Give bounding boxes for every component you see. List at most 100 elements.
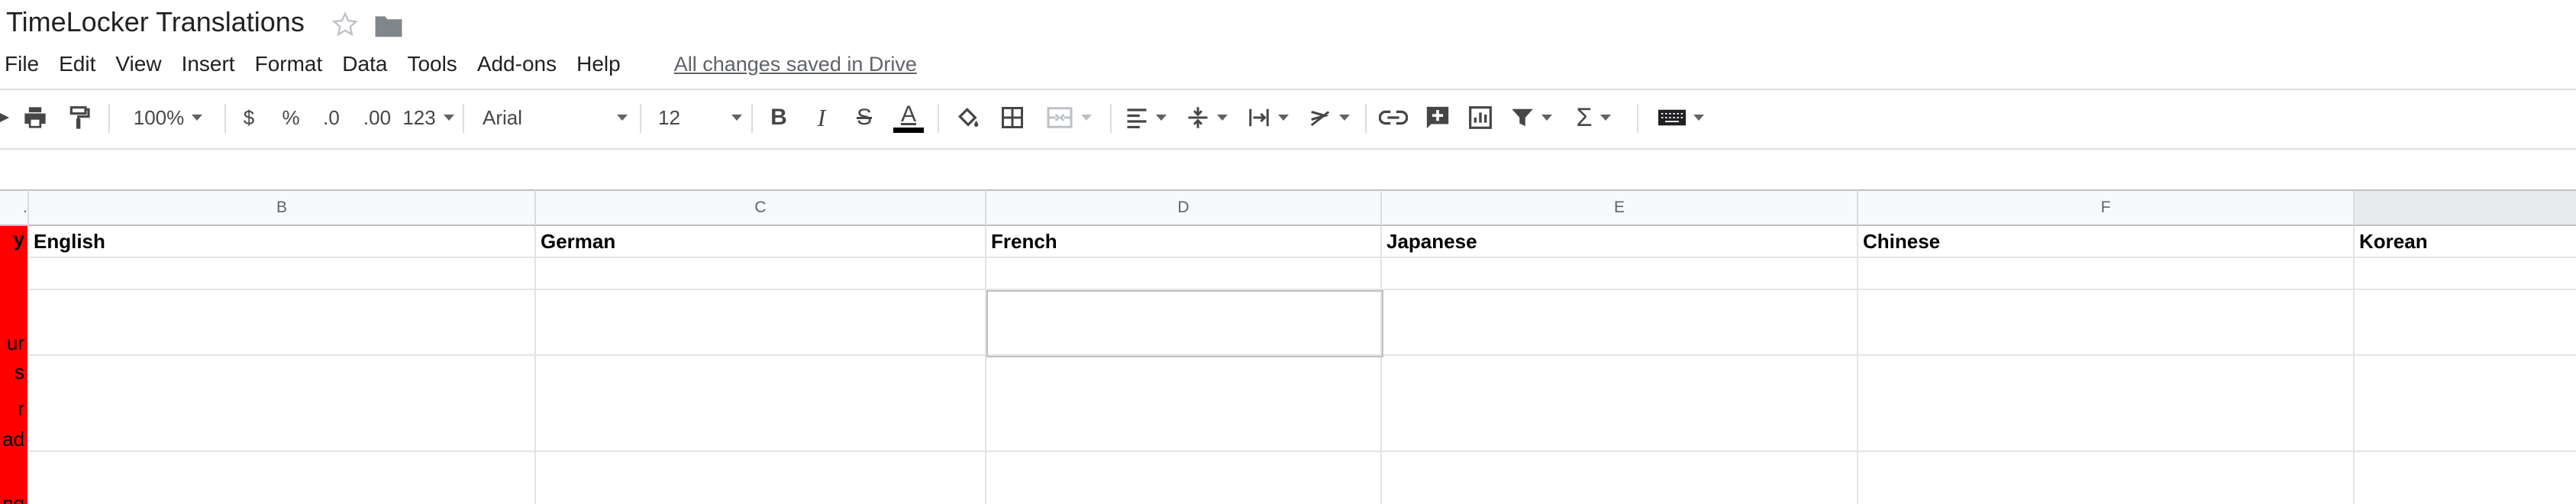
text-rotation-button[interactable] [1304, 90, 1354, 145]
insert-comment-button[interactable] [1419, 90, 1457, 145]
cell-b5[interactable] [29, 452, 536, 504]
strikethrough-icon: S [856, 105, 872, 130]
chevron-down-icon [1339, 115, 1350, 121]
cell-g2[interactable] [2355, 258, 2576, 290]
currency-label: $ [243, 105, 255, 129]
cell-f1[interactable]: Chinese [1858, 226, 2355, 258]
keyboard-icon [1658, 109, 1686, 126]
menu-tools[interactable]: Tools [407, 52, 457, 76]
redo-icon[interactable] [0, 90, 11, 145]
cell-range-outline [986, 290, 1383, 357]
toolbar-separator [224, 104, 226, 133]
column-header-d[interactable]: D [986, 189, 1382, 226]
chevron-down-icon [192, 115, 203, 121]
font-family-select[interactable]: Arial [483, 90, 628, 145]
chevron-down-icon [1693, 115, 1704, 121]
cell-d4[interactable] [986, 356, 1382, 452]
cell-g5[interactable] [2355, 452, 2576, 504]
chevron-down-icon [1600, 115, 1611, 121]
text-wrapping-button[interactable] [1243, 90, 1293, 145]
cell-e1[interactable]: Japanese [1382, 226, 1858, 258]
borders-button[interactable] [994, 90, 1031, 145]
italic-button[interactable]: I [806, 90, 837, 145]
cell-g4[interactable] [2355, 356, 2576, 452]
paint-format-icon[interactable] [61, 90, 98, 145]
column-header-g[interactable] [2355, 189, 2576, 226]
save-status-link[interactable]: All changes saved in Drive [674, 53, 917, 76]
cell-c5[interactable] [536, 452, 986, 504]
more-formats-select[interactable]: 123 [402, 90, 454, 145]
decrease-decimal-button[interactable]: .0 [316, 90, 347, 145]
cell-c3[interactable] [536, 290, 986, 356]
column-a-red-cells[interactable]: y ur s r ad ng [0, 226, 27, 504]
cell-c4[interactable] [536, 356, 986, 452]
cell-g3[interactable] [2355, 290, 2576, 356]
document-title[interactable]: TimeLocker Translations [6, 6, 305, 38]
filter-button[interactable] [1506, 90, 1558, 145]
paint-bucket-icon [958, 108, 979, 127]
cell-b1[interactable]: English [29, 226, 536, 258]
horizontal-align-button[interactable] [1121, 90, 1171, 145]
folder-icon[interactable] [374, 14, 403, 38]
column-a-fragment: . [23, 199, 27, 216]
insert-link-button[interactable] [1374, 90, 1412, 145]
cell-f4[interactable] [1858, 356, 2355, 452]
insert-chart-button[interactable] [1461, 90, 1499, 145]
cell-f3[interactable] [1858, 290, 2355, 356]
menu-format[interactable]: Format [255, 52, 323, 76]
text-wrap-icon [1249, 108, 1269, 127]
menu-data[interactable]: Data [342, 52, 387, 76]
cell-f5[interactable] [1858, 452, 2355, 504]
vertical-align-icon [1188, 107, 1208, 128]
cell-d2[interactable] [986, 258, 1382, 290]
fill-color-button[interactable] [950, 90, 986, 145]
menu-insert[interactable]: Insert [182, 52, 235, 76]
strikethrough-button[interactable]: S [849, 90, 880, 145]
text-color-button[interactable]: A [890, 90, 927, 145]
font-family-value: Arial [483, 105, 523, 129]
menu-edit[interactable]: Edit [59, 52, 95, 76]
column-header-e[interactable]: E [1382, 189, 1858, 226]
percent-format-button[interactable]: % [275, 90, 307, 145]
menu-view[interactable]: View [115, 52, 161, 76]
functions-button[interactable]: Σ [1568, 90, 1619, 145]
cell-e2[interactable] [1382, 258, 1858, 290]
cell-e4[interactable] [1382, 356, 1858, 452]
toolbar: 100% $ % .0 .00 123 Arial 12 B I S A Σ [0, 90, 2576, 145]
star-icon[interactable] [330, 9, 360, 40]
bold-button[interactable]: B [763, 90, 794, 145]
cell-e3[interactable] [1382, 290, 1858, 356]
increase-decimal-button[interactable]: .00 [357, 90, 397, 145]
menu-file[interactable]: File [5, 52, 39, 76]
input-tools-button[interactable] [1651, 90, 1712, 145]
cell-d5[interactable] [986, 452, 1382, 504]
formula-bar[interactable] [0, 150, 2576, 188]
cell-e5[interactable] [1382, 452, 1858, 504]
column-a-text-fragment: ad [2, 428, 24, 451]
zoom-select[interactable]: 100% [122, 90, 214, 145]
print-icon[interactable] [17, 90, 53, 145]
column-a-text-fragment: r [18, 397, 24, 420]
font-size-select[interactable]: 12 [658, 90, 742, 145]
cell-b4[interactable] [29, 356, 536, 452]
filter-icon [1512, 108, 1533, 127]
cell-b3[interactable] [29, 290, 536, 356]
cell-c1[interactable]: German [536, 226, 986, 258]
cell-g1[interactable]: Korean [2355, 226, 2576, 258]
cell-b2[interactable] [29, 258, 536, 290]
column-header-a[interactable]: . [0, 189, 29, 226]
cell-f2[interactable] [1858, 258, 2355, 290]
toolbar-separator [640, 104, 641, 133]
currency-format-button[interactable]: $ [234, 90, 264, 145]
menu-help[interactable]: Help [576, 52, 621, 76]
merge-cells-button[interactable] [1038, 90, 1099, 145]
cell-c2[interactable] [536, 258, 986, 290]
column-header-b[interactable]: B [29, 189, 536, 226]
cell-d1[interactable]: French [986, 226, 1382, 258]
vertical-align-button[interactable] [1182, 90, 1232, 145]
column-header-f[interactable]: F [1858, 189, 2355, 226]
zoom-value: 100% [133, 105, 185, 129]
menu-addons[interactable]: Add-ons [477, 52, 557, 76]
column-header-c[interactable]: C [536, 189, 986, 226]
toolbar-separator [1637, 104, 1638, 133]
